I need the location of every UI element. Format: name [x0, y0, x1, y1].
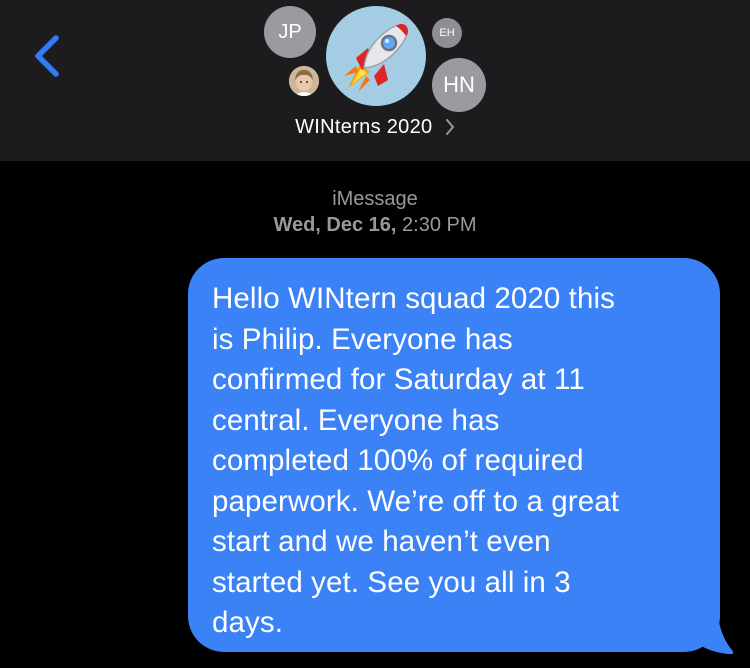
avatar-eh[interactable]: EH: [432, 18, 462, 48]
message-line: started yet. See you all in 3: [212, 565, 571, 599]
message-line: central. Everyone has: [212, 403, 500, 437]
profile-photo-icon: [289, 66, 319, 96]
message-line: completed 100% of required: [212, 444, 584, 477]
group-name-button[interactable]: WINterns 2020: [0, 116, 750, 139]
conversation-header: JP EH HN WINterns 2020: [0, 0, 750, 161]
avatar-hn[interactable]: HN: [432, 58, 486, 112]
chevron-right-icon: [445, 119, 454, 136]
message-line: confirmed for Saturday at 11: [212, 363, 585, 396]
avatar-jp[interactable]: JP: [264, 6, 316, 58]
avatar-initials: HN: [443, 72, 475, 97]
avatar-photo[interactable]: [289, 66, 319, 96]
message-line: is Philip. Everyone has: [212, 322, 513, 356]
message-line: Hello WINtern squad 2020 this: [212, 282, 615, 315]
service-label: iMessage: [332, 188, 418, 210]
message-line: days.: [212, 606, 284, 639]
message-timestamp: Wed, Dec 16, 2:30 PM: [0, 214, 750, 237]
rocket-icon: [344, 23, 409, 92]
message-text: Hello WINtern squad 2020 this is Philip.…: [212, 279, 700, 644]
back-button[interactable]: [22, 28, 72, 84]
avatar-initials: JP: [278, 20, 302, 43]
chevron-left-icon: [35, 35, 59, 77]
messages-screen: JP EH HN WINterns 2020 iMessage Wed, Dec…: [0, 0, 750, 668]
group-name: WINterns 2020: [295, 116, 433, 138]
message-line: start and we haven’t even: [212, 525, 551, 558]
message-line: paperwork. We’re off to a great: [212, 484, 620, 518]
timestamp-time: 2:30 PM: [402, 214, 477, 236]
group-avatar[interactable]: [326, 6, 426, 106]
timestamp-day: Wed, Dec 16,: [273, 214, 397, 236]
avatar-initials: EH: [439, 27, 455, 39]
sent-message-bubble[interactable]: Hello WINtern squad 2020 this is Philip.…: [188, 258, 720, 652]
